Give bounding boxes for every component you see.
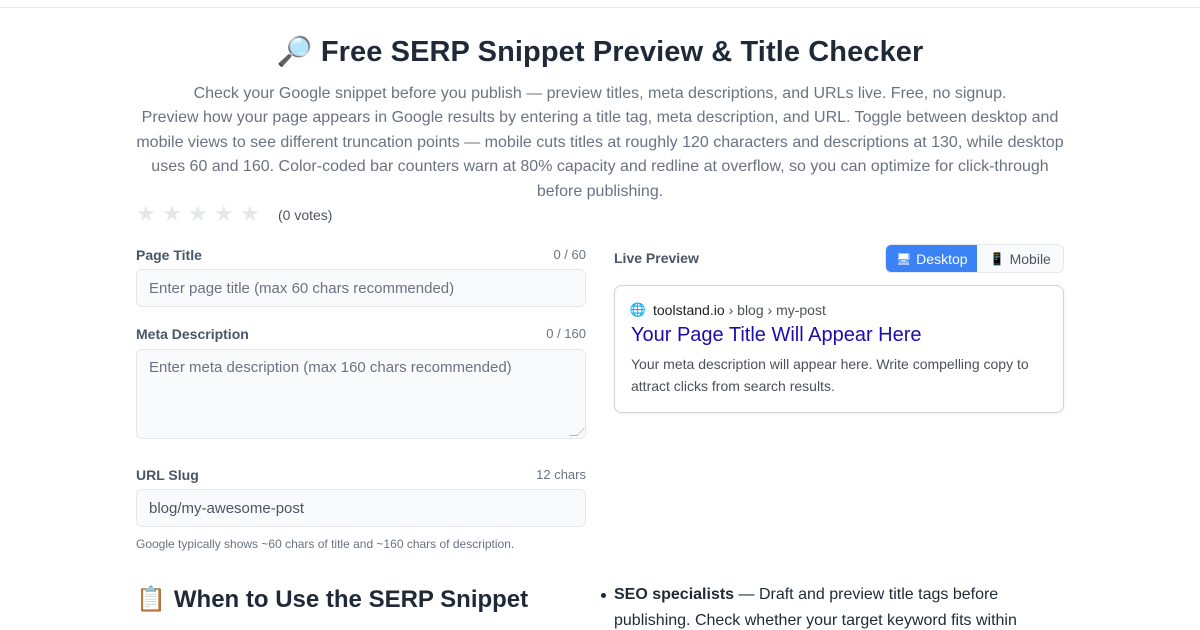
serp-preview-card: 🌐 toolstand.io › blog › my-post Your Pag… xyxy=(614,285,1064,413)
desktop-toggle-label: Desktop xyxy=(916,250,968,267)
use-case-list: SEO specialists — Draft and preview titl… xyxy=(601,582,1054,630)
serp-description: Your meta description will appear here. … xyxy=(631,356,1029,394)
meta-description-textarea[interactable]: Enter meta description (max 160 chars re… xyxy=(136,349,586,439)
star-4-icon[interactable]: ★ xyxy=(214,202,240,227)
star-3-icon[interactable]: ★ xyxy=(188,202,214,227)
mobile-icon: 📱 xyxy=(989,251,1005,266)
clipboard-icon: 📋 xyxy=(136,585,166,613)
star-5-icon[interactable]: ★ xyxy=(240,202,266,227)
mobile-toggle-label: Mobile xyxy=(1009,250,1051,267)
star-rating: ★ ★ ★ ★ ★ (0 votes) xyxy=(136,202,332,227)
page-title-input[interactable]: Enter page title (max 60 chars recommend… xyxy=(136,269,586,307)
section-heading-text: When to Use the SERP Snippet xyxy=(173,586,529,613)
meta-description-label: Meta Description xyxy=(136,326,249,342)
serp-url-row: 🌐 toolstand.io › blog › my-post xyxy=(629,302,1047,318)
page-title-placeholder: Enter page title (max 60 chars recommend… xyxy=(149,279,455,297)
star-1-icon[interactable]: ★ xyxy=(136,202,162,227)
list-item-strong: SEO specialists xyxy=(614,586,735,603)
length-hint: Google typically shows ~60 chars of titl… xyxy=(136,537,515,551)
meta-description-counter: 0 / 160 xyxy=(546,326,586,341)
serp-title: Your Page Title Will Appear Here xyxy=(631,324,922,346)
page-title-counter: 0 / 60 xyxy=(553,247,586,262)
resize-handle-icon[interactable] xyxy=(569,428,585,436)
url-slug-label: URL Slug xyxy=(136,467,199,483)
description: Preview how your page appears in Google … xyxy=(136,109,1064,200)
desktop-toggle-button[interactable]: 🖥 Desktop xyxy=(886,245,978,272)
live-preview-label: Live Preview xyxy=(614,250,699,266)
desktop-icon: 🖥 xyxy=(895,251,912,266)
tagline: Check your Google snippet before you pub… xyxy=(193,85,1007,102)
serp-domain: toolstand.io xyxy=(653,302,725,318)
page-intro: Check your Google snippet before you pub… xyxy=(136,82,1064,204)
top-bar xyxy=(0,0,1200,8)
device-toggle: 🖥 Desktop 📱 Mobile xyxy=(885,244,1064,273)
mobile-toggle-button[interactable]: 📱 Mobile xyxy=(977,245,1063,272)
votes-count: (0 votes) xyxy=(278,206,333,223)
page-title-text: Free SERP Snippet Preview & Title Checke… xyxy=(320,36,924,68)
page-title-label: Page Title xyxy=(136,247,202,263)
section-heading: 📋 When to Use the SERP Snippet xyxy=(136,585,528,614)
url-slug-value: blog/my-awesome-post xyxy=(149,499,305,517)
url-slug-counter: 12 chars xyxy=(536,467,586,482)
star-2-icon[interactable]: ★ xyxy=(162,202,188,227)
list-item: SEO specialists — Draft and preview titl… xyxy=(601,582,1054,630)
globe-icon: 🌐 xyxy=(629,302,647,318)
url-slug-input[interactable]: blog/my-awesome-post xyxy=(136,489,586,527)
page-title: 🔎 Free SERP Snippet Preview & Title Check… xyxy=(136,34,1064,69)
magnifier-icon: 🔎 xyxy=(276,34,313,68)
serp-path: › blog › my-post xyxy=(728,302,826,318)
meta-description-placeholder: Enter meta description (max 160 chars re… xyxy=(149,359,512,376)
